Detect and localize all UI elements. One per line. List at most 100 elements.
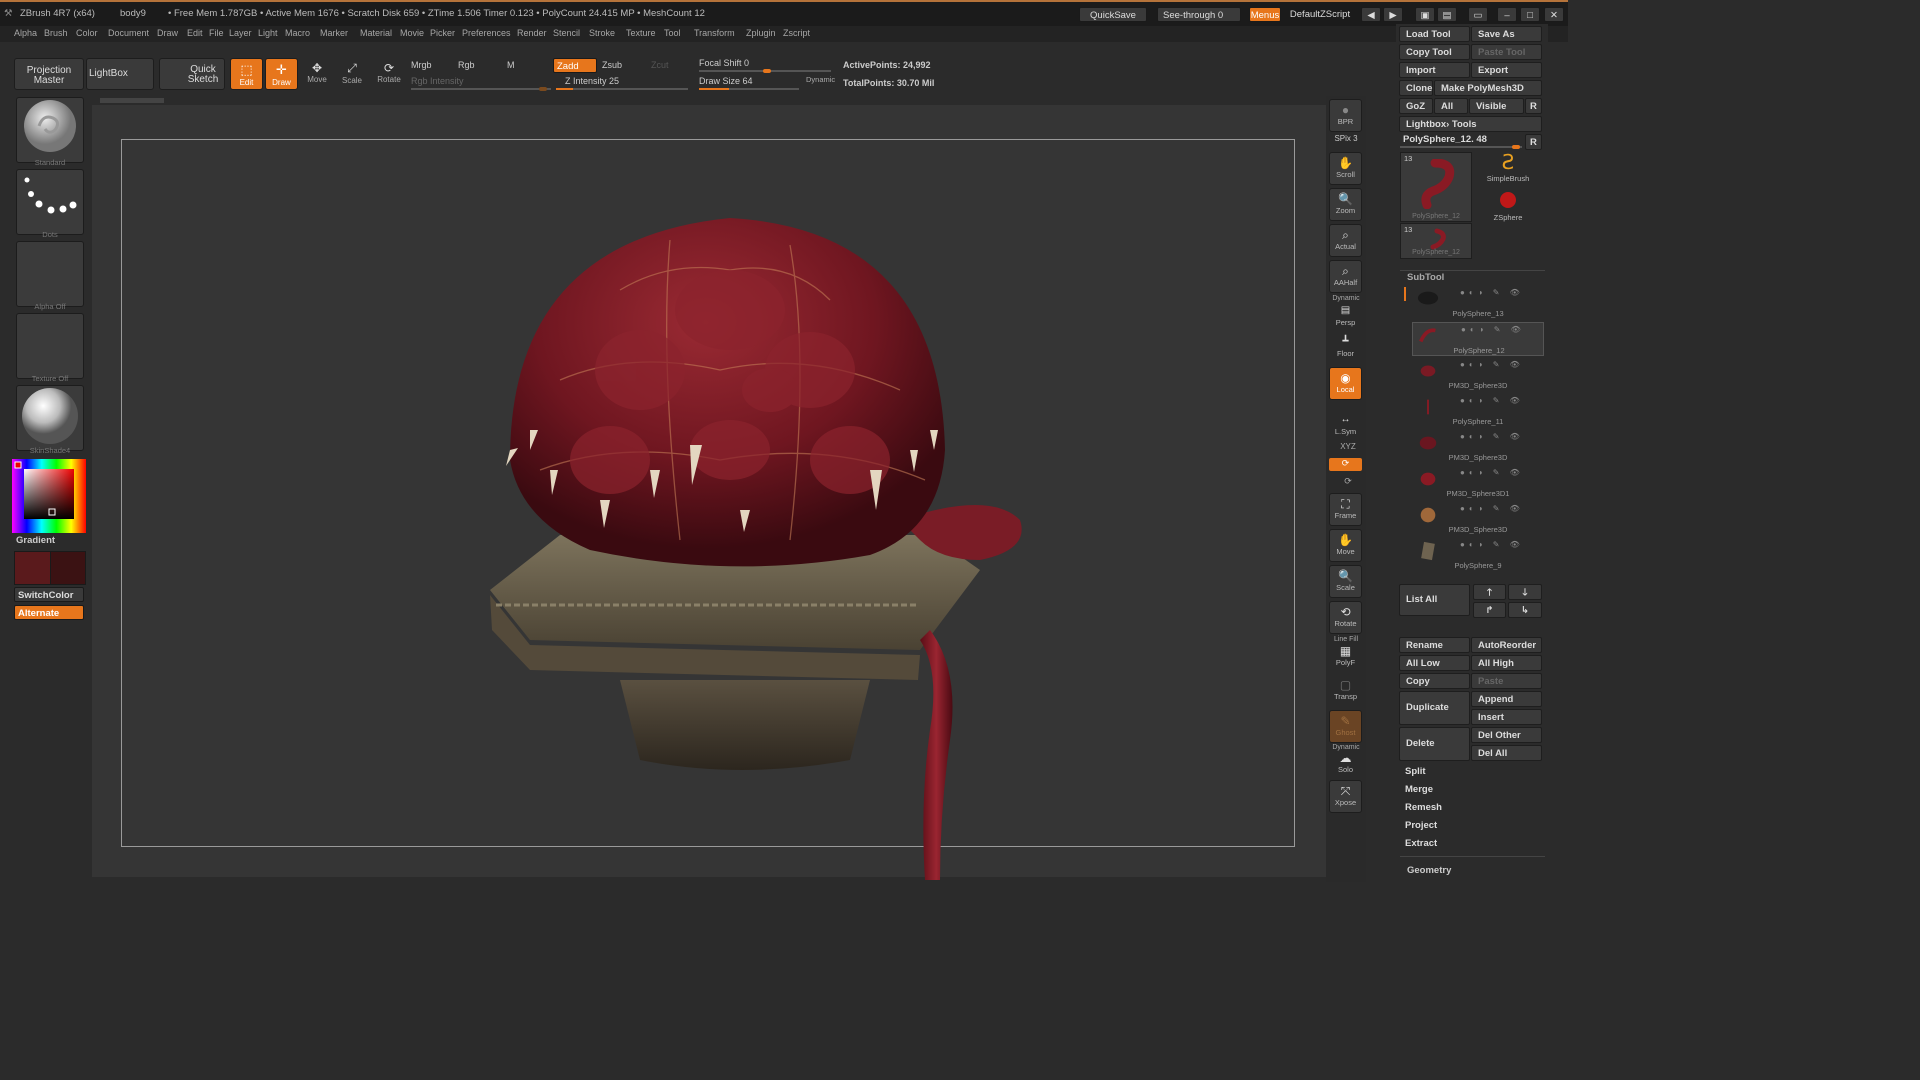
merge-button[interactable]: Merge [1399, 782, 1542, 798]
clone-button[interactable]: Clone [1399, 80, 1433, 96]
menu-macro[interactable]: Macro [285, 28, 310, 38]
goz-all-button[interactable]: All [1434, 98, 1468, 114]
subtool-controls[interactable]: ●◐◑ ✎ 👁 [1460, 360, 1524, 369]
zsub-button[interactable]: Zsub [602, 60, 622, 70]
zcut-button[interactable]: Zcut [651, 60, 669, 70]
zoom-button[interactable]: 🔍 Zoom [1329, 188, 1362, 221]
frame-button[interactable]: ⛶ Frame [1329, 493, 1362, 526]
alternate-button[interactable]: Alternate [14, 605, 84, 620]
paste-tool-button[interactable]: Paste Tool [1471, 44, 1542, 60]
default-zscript-button[interactable]: DefaultZScript [1283, 7, 1357, 22]
geometry-header[interactable]: Geometry [1407, 865, 1451, 876]
subtool-controls[interactable]: ●◐◑ ✎ 👁 [1460, 288, 1524, 297]
material-thumbnail[interactable] [16, 385, 84, 451]
simplebrush-tool[interactable]: Ꙅ SimpleBrush [1478, 152, 1538, 188]
subtool-controls[interactable]: ●◐◑ ✎ 👁 [1460, 432, 1524, 441]
z-intensity-track[interactable] [556, 88, 688, 90]
subtool-row[interactable]: ●◐◑ ✎ 👁 PM3D_Sphere3D [1412, 502, 1544, 536]
delete-button[interactable]: Delete [1399, 727, 1470, 761]
y-rotate-button[interactable]: ⟳ [1329, 458, 1362, 471]
menu-preferences[interactable]: Preferences [462, 28, 511, 38]
subtool-row[interactable]: ●◐◑ ✎ 👁 PM3D_Sphere3D [1412, 358, 1544, 392]
menu-zscript[interactable]: Zscript [783, 28, 810, 38]
spix-slider[interactable]: SPix 3 [1330, 134, 1362, 143]
move-mode-button[interactable]: ✥ Move [302, 58, 332, 90]
subtool-row[interactable]: ●◐◑ ✎ 👁 PM3D_Sphere3D [1412, 430, 1544, 464]
layout-alt-icon[interactable]: ▤ [1437, 7, 1457, 22]
aahalf-button[interactable]: ⌕ AAHalf [1329, 260, 1362, 293]
secondary-color-swatch[interactable] [50, 551, 86, 585]
rgb-intensity-slider[interactable]: Rgb Intensity [411, 76, 464, 86]
persp-button[interactable]: ▤ Persp [1329, 302, 1362, 327]
subtool-row[interactable]: ●◐◑ ✎ 👁 PolySphere_13 [1412, 286, 1544, 320]
rgb-intensity-knob[interactable] [539, 87, 547, 91]
menu-color[interactable]: Color [76, 28, 98, 38]
rotate-view-button[interactable]: ⟲ Rotate [1329, 601, 1362, 634]
edit-button[interactable]: ⬚ Edit [230, 58, 263, 90]
floor-button[interactable]: ┻ Floor [1329, 332, 1362, 362]
scale-mode-button[interactable]: ⤢ Scale [337, 58, 367, 90]
menu-layer[interactable]: Layer [229, 28, 252, 38]
m-button[interactable]: M [507, 60, 515, 70]
insert-button[interactable]: Insert [1471, 709, 1542, 725]
sculpt-model[interactable] [470, 200, 1030, 880]
close-icon[interactable]: ✕ [1544, 7, 1564, 22]
subtool-row[interactable]: ●◐◑ ✎ 👁 PolySphere_11 [1412, 394, 1544, 428]
tool-r-button[interactable]: R [1525, 134, 1542, 150]
subtool-header[interactable]: SubTool [1407, 272, 1444, 283]
focal-shift-knob[interactable] [763, 69, 771, 73]
menu-zplugin[interactable]: Zplugin [746, 28, 776, 38]
z-intensity-slider[interactable]: Z Intensity 25 [565, 76, 619, 86]
brush-thumbnail[interactable] [16, 97, 84, 163]
move-up-icon[interactable]: 🡑 [1473, 584, 1506, 600]
canvas-scrollbar[interactable] [100, 98, 164, 103]
import-button[interactable]: Import [1399, 62, 1470, 78]
quicksave-button[interactable]: QuickSave [1079, 7, 1147, 22]
all-high-button[interactable]: All High [1471, 655, 1542, 671]
local-button[interactable]: ◉ Local [1329, 367, 1362, 400]
del-other-button[interactable]: Del Other [1471, 727, 1542, 743]
load-tool-button[interactable]: Load Tool [1399, 26, 1470, 42]
menu-render[interactable]: Render [517, 28, 547, 38]
alpha-thumbnail[interactable] [16, 241, 84, 307]
goz-button[interactable]: GoZ [1399, 98, 1433, 114]
project-button[interactable]: Project [1399, 818, 1542, 834]
subtool-row[interactable]: ●◐◑ ✎ 👁 PolySphere_12 [1412, 322, 1544, 356]
rgb-button[interactable]: Rgb [458, 60, 475, 70]
draw-size-track[interactable] [699, 88, 799, 90]
move-bottom-icon[interactable]: ↳ [1508, 602, 1542, 618]
paste-subtool-button[interactable]: Paste [1471, 673, 1542, 689]
subtool-row[interactable]: ●◐◑ ✎ 👁 PM3D_Sphere3D1 [1412, 466, 1544, 500]
polyf-button[interactable]: ▦ PolyF [1329, 643, 1362, 669]
layout-next-icon[interactable]: ▶ [1383, 7, 1403, 22]
focal-shift-track[interactable] [699, 69, 831, 73]
projection-master-button[interactable]: Projection Master [14, 58, 84, 90]
zadd-button[interactable]: Zadd [553, 58, 597, 73]
remesh-button[interactable]: Remesh [1399, 800, 1542, 816]
save-ui-icon[interactable]: ▭ [1468, 7, 1488, 22]
rename-button[interactable]: Rename [1399, 637, 1470, 653]
menu-document[interactable]: Document [108, 28, 149, 38]
current-tool-slider[interactable]: PolySphere_12. 48 [1403, 134, 1487, 145]
solo-button[interactable]: ☁ Solo [1329, 750, 1362, 776]
menu-material[interactable]: Material [360, 28, 392, 38]
del-all-button[interactable]: Del All [1471, 745, 1542, 761]
save-as-button[interactable]: Save As [1471, 26, 1542, 42]
move-view-button[interactable]: ✋ Move [1329, 529, 1362, 562]
menu-picker[interactable]: Picker [430, 28, 455, 38]
duplicate-button[interactable]: Duplicate [1399, 691, 1470, 725]
see-through-slider[interactable]: See-through 0 [1157, 7, 1241, 22]
quick-sketch-button[interactable]: Quick Sketch [159, 58, 225, 90]
menu-movie[interactable]: Movie [400, 28, 424, 38]
gradient-label[interactable]: Gradient [16, 535, 55, 546]
ghost-button[interactable]: ✎ Ghost [1329, 710, 1362, 743]
stroke-thumbnail[interactable] [16, 169, 84, 235]
subtool-controls[interactable]: ●◐◑ ✎ 👁 [1460, 504, 1524, 513]
current-tool-knob[interactable] [1512, 145, 1520, 149]
current-tool-track[interactable] [1400, 145, 1522, 149]
main-color-swatch[interactable] [14, 551, 51, 585]
xpose-button[interactable]: ⤧ Xpose [1329, 780, 1362, 813]
layout-icon[interactable]: ▣ [1415, 7, 1435, 22]
dynamic-toggle[interactable]: Dynamic [806, 75, 835, 84]
menu-alpha[interactable]: Alpha [14, 28, 37, 38]
